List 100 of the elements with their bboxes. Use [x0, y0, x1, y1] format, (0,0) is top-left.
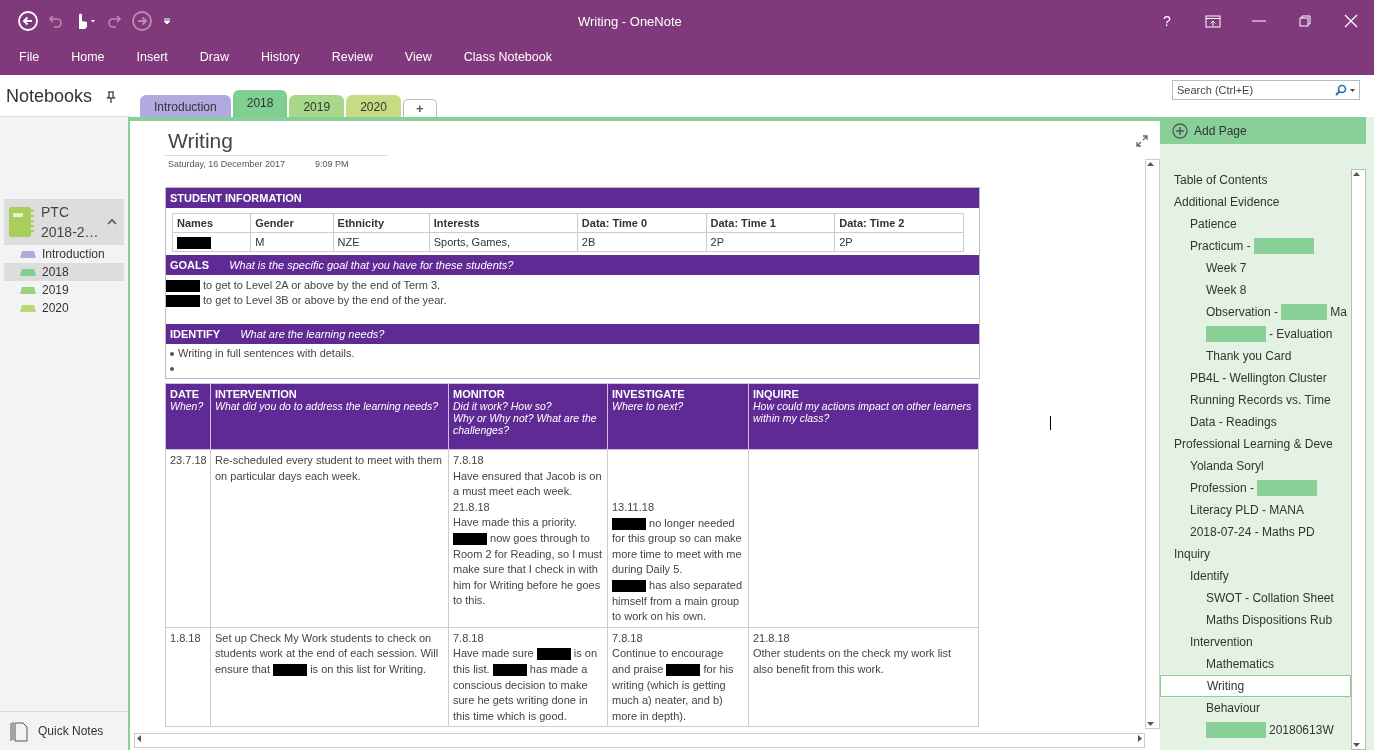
scroll-up-icon[interactable] [1146, 160, 1155, 169]
restore-icon [1299, 15, 1311, 27]
ribbon-tab[interactable]: File [10, 46, 49, 68]
column-header: Names [172, 213, 251, 233]
column-prompt: Where to next? [612, 400, 685, 412]
column-header: Interests [429, 213, 578, 233]
page-item[interactable]: Observation - Ma [1160, 301, 1351, 323]
section-tab[interactable]: Introduction [140, 95, 231, 117]
text: 2P [839, 236, 854, 248]
page-item[interactable]: Maths Dispositions Rub [1160, 609, 1351, 631]
notebooks-title: Notebooks [6, 86, 93, 107]
text: now goes through to Room 2 for Reading, so I must make sure that I check in with him for Writing before he goes to this. [453, 530, 603, 609]
notebook-item[interactable]: PTC 2018-2… [4, 199, 124, 245]
text: Have ensured that Jacob is on a must meet each week. [453, 468, 603, 500]
customize-icon[interactable] [162, 16, 172, 26]
page-item[interactable]: 20180613W [1160, 719, 1351, 741]
expand-page-icon[interactable] [1136, 135, 1148, 147]
page-item[interactable]: Data - Readings [1160, 411, 1351, 433]
search-icon[interactable] [1334, 84, 1356, 96]
page-item[interactable]: SWOT - Collation Sheet [1160, 587, 1351, 609]
ribbon-tab[interactable]: View [395, 46, 441, 68]
window-title: Writing - OneNote [578, 13, 683, 29]
page-item[interactable]: Intervention [1160, 631, 1351, 653]
redo-icon[interactable] [106, 14, 122, 28]
page-item[interactable]: Table of Contents [1160, 169, 1351, 191]
text: Set up Check My Work students to check on students work at the end of each session. Will ensure that is on this list for Writing. [215, 630, 440, 678]
page-item[interactable]: Literacy PLD - MANA [1160, 499, 1351, 521]
column-header: Gender [250, 213, 334, 233]
section-item[interactable]: 2019 [4, 281, 124, 299]
page-item[interactable]: Profession - [1160, 477, 1351, 499]
section-prompt: What are the learning needs? [240, 328, 385, 340]
scroll-down-icon[interactable] [1146, 719, 1155, 728]
page-item[interactable]: Behaviour [1160, 697, 1351, 719]
page-item[interactable]: Additional Evidence [1160, 191, 1351, 213]
ribbon-tab[interactable]: Insert [127, 46, 177, 68]
text: 21.8.18 [753, 630, 791, 646]
column-header: INVESTIGATE [612, 388, 686, 400]
add-icon [1172, 122, 1188, 139]
page-item[interactable]: Mathematics [1160, 653, 1351, 675]
page-item[interactable]: Writing [1160, 675, 1351, 697]
text-cursor [1050, 416, 1051, 430]
ribbon-tab[interactable]: Class Notebook [454, 46, 561, 68]
column-prompt: How could my actions impact on other learners within my class? [753, 400, 973, 424]
text: has also separated himself from a main group to work on his own. [612, 577, 743, 625]
page-item[interactable]: Practicum - [1160, 235, 1351, 257]
section-tab[interactable]: 2019 [289, 95, 345, 117]
column-header: DATE [170, 388, 201, 400]
scroll-down-icon[interactable] [1352, 740, 1361, 749]
scroll-right-icon[interactable] [1135, 734, 1144, 743]
section-tab[interactable]: 2020 [346, 95, 401, 117]
scroll-up-icon[interactable] [1352, 170, 1361, 179]
page-item[interactable]: Week 7 [1160, 257, 1351, 279]
page-item[interactable]: Patience [1160, 213, 1351, 235]
ribbon-display-icon [1205, 14, 1221, 28]
section-item[interactable]: Introduction [4, 245, 124, 263]
page-item[interactable]: Identify [1160, 565, 1351, 587]
search-field[interactable]: Search (Ctrl+E) [1172, 80, 1360, 100]
notebook-icon [7, 206, 35, 238]
collapse-icon[interactable] [107, 218, 117, 226]
page-item[interactable]: - Evaluation [1160, 323, 1351, 345]
bullet-text: Writing in full sentences with details. [178, 346, 355, 361]
text: no longer needed for this group so can make more time to meet with me during Daily 5. [612, 515, 743, 578]
ribbon-tab[interactable]: History [251, 46, 309, 68]
text: 7.8.18 [612, 630, 644, 646]
redaction-mark [177, 236, 211, 249]
page-item[interactable]: Professional Learning & Deve [1160, 433, 1351, 455]
section-item[interactable]: 2020 [4, 299, 124, 317]
forward-icon[interactable] [132, 11, 152, 31]
column-header: Data: Time 2 [834, 213, 964, 233]
pin-icon[interactable] [106, 90, 117, 103]
horizontal-scrollbar[interactable] [134, 733, 1145, 748]
help-button[interactable]: ? [1144, 6, 1190, 36]
vertical-scrollbar[interactable] [1145, 159, 1160, 729]
ribbon-tab[interactable]: Home [62, 46, 114, 68]
page-item[interactable]: Inquiry [1160, 543, 1351, 565]
text: to get to Level 2A or above by the end of Term 3. [166, 278, 979, 293]
section-item[interactable]: 2018 [4, 263, 124, 281]
ribbon-tab[interactable]: Draw [190, 46, 238, 68]
text: 7.8.18 [453, 630, 485, 646]
scroll-left-icon[interactable] [135, 734, 144, 743]
page-item[interactable]: Running Records vs. Time [1160, 389, 1351, 411]
pages-scrollbar[interactable] [1351, 169, 1366, 750]
page-item[interactable]: 2018-07-24 - Maths PD [1160, 521, 1351, 543]
page-item[interactable]: Yolanda Soryl [1160, 455, 1351, 477]
page-item[interactable]: PB4L - Wellington Cluster [1160, 367, 1351, 389]
close-icon [1344, 14, 1358, 28]
undo-icon[interactable] [48, 14, 64, 28]
section-tab[interactable]: 2018 [232, 90, 288, 117]
page-title[interactable]: Writing [165, 129, 388, 156]
page-item[interactable]: Thank you Card [1160, 345, 1351, 367]
add-page-button[interactable]: Add Page [1160, 117, 1366, 144]
ribbon-tab[interactable]: Review [322, 46, 382, 68]
column-header: Data: Time 1 [706, 213, 835, 233]
back-icon[interactable] [18, 11, 38, 31]
page-item[interactable]: Week 8 [1160, 279, 1351, 301]
quick-notes-button[interactable]: Quick Notes [0, 711, 128, 750]
text: 23.7.18 [170, 453, 206, 468]
add-section-tab[interactable]: + [402, 99, 437, 117]
text: 1.8.18 [170, 630, 202, 646]
text: Have made this a priority. [453, 515, 578, 531]
